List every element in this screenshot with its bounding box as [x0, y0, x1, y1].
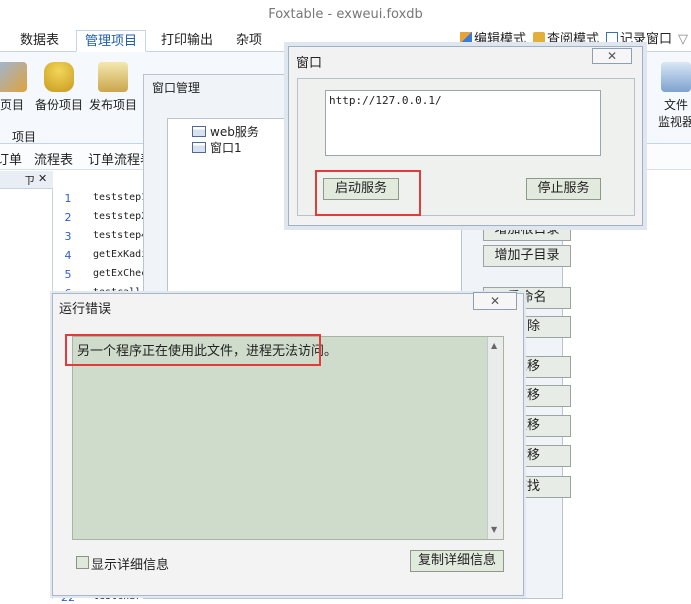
tab-misc[interactable]: 杂项: [228, 30, 270, 52]
edit-mode-label: 编辑模式: [474, 32, 527, 47]
tab-print-output[interactable]: 打印输出: [153, 30, 221, 52]
pencil-icon: [460, 32, 472, 44]
list-item[interactable]: teststep2: [93, 211, 147, 222]
file-monitor-label-2: 监视器: [657, 115, 691, 129]
form-icon: [192, 126, 206, 137]
show-details-checkbox[interactable]: [76, 556, 89, 569]
file-monitor-button[interactable]: 文件 监视器: [656, 62, 691, 130]
pin-icon[interactable]: ㄗ: [24, 172, 35, 188]
close-icon[interactable]: ✕: [473, 292, 517, 310]
stop-service-button[interactable]: 停止服务: [526, 178, 601, 200]
scroll-up-icon[interactable]: ▲: [491, 341, 497, 350]
project-button-label: 页目: [0, 98, 24, 112]
monitor-icon: [661, 62, 691, 92]
tree-item-window1[interactable]: 窗口1: [192, 139, 242, 156]
file-monitor-label: 文件: [663, 98, 688, 112]
list-item[interactable]: getExCheck: [93, 268, 147, 279]
backup-project-label: 备份项目: [34, 98, 83, 112]
tree-item-label: 窗口1: [210, 141, 242, 155]
url-field[interactable]: http://127.0.0.1/: [325, 90, 601, 156]
form-icon: [192, 142, 206, 153]
close-icon[interactable]: ✕: [592, 48, 632, 64]
scrollbar[interactable]: ▲ ▼: [487, 337, 503, 539]
list-item[interactable]: teststep4: [93, 230, 147, 241]
highlight-box-start: [315, 170, 421, 216]
tab-orders[interactable]: 订单: [0, 149, 22, 168]
left-side-pane: [0, 171, 53, 599]
view-mode-label: 查阅模式: [547, 32, 600, 47]
copy-details-button[interactable]: 复制详细信息: [410, 550, 504, 572]
show-details-label[interactable]: 显示详细信息: [91, 554, 169, 573]
left-pane-header: ㄗ ✕: [0, 171, 53, 189]
publish-icon: [98, 62, 128, 92]
error-message-box: [72, 336, 504, 540]
app-title-bar: Foxtable - exweui.foxdb: [0, 0, 691, 28]
tree-item-label: web服务: [210, 125, 259, 139]
line-number: 5: [64, 268, 72, 281]
add-sub-dir-button[interactable]: 增加子目录: [483, 245, 571, 267]
ribbon-group-label: 项目: [12, 130, 37, 144]
tab-data-tables[interactable]: 数据表: [12, 30, 67, 52]
error-dialog-title: 运行错误: [59, 302, 112, 317]
tree-item-web-service[interactable]: web服务: [192, 123, 259, 140]
publish-project-button[interactable]: 发布项目: [86, 62, 140, 113]
app-title: Foxtable - exweui.foxdb: [268, 7, 423, 22]
service-window-title: 窗口: [296, 56, 323, 71]
list-item[interactable]: getExKadi: [93, 249, 147, 260]
line-number: 4: [64, 249, 72, 262]
tab-flow-table[interactable]: 流程表: [34, 149, 73, 168]
backup-project-button[interactable]: 备份项目: [32, 62, 86, 113]
publish-project-label: 发布项目: [88, 98, 137, 112]
database-backup-icon: [44, 62, 74, 92]
line-number: 1: [64, 192, 72, 205]
project-button[interactable]: 页目: [0, 62, 30, 113]
tools-icon: [0, 62, 27, 92]
line-number: 2: [64, 211, 72, 224]
window-icon: [606, 32, 618, 44]
scroll-down-icon[interactable]: ▼: [491, 525, 497, 534]
close-icon[interactable]: ✕: [38, 172, 47, 185]
window-manager-title: 窗口管理: [152, 81, 201, 95]
record-window-label: 记录窗口: [620, 32, 673, 47]
filter-icon[interactable]: ▽: [678, 30, 688, 50]
line-number: 3: [64, 230, 72, 243]
tab-manage-project[interactable]: 管理项目: [76, 30, 147, 52]
highlight-box-error: [65, 334, 321, 366]
lock-icon: [533, 32, 545, 44]
list-item[interactable]: teststep1: [93, 192, 147, 203]
